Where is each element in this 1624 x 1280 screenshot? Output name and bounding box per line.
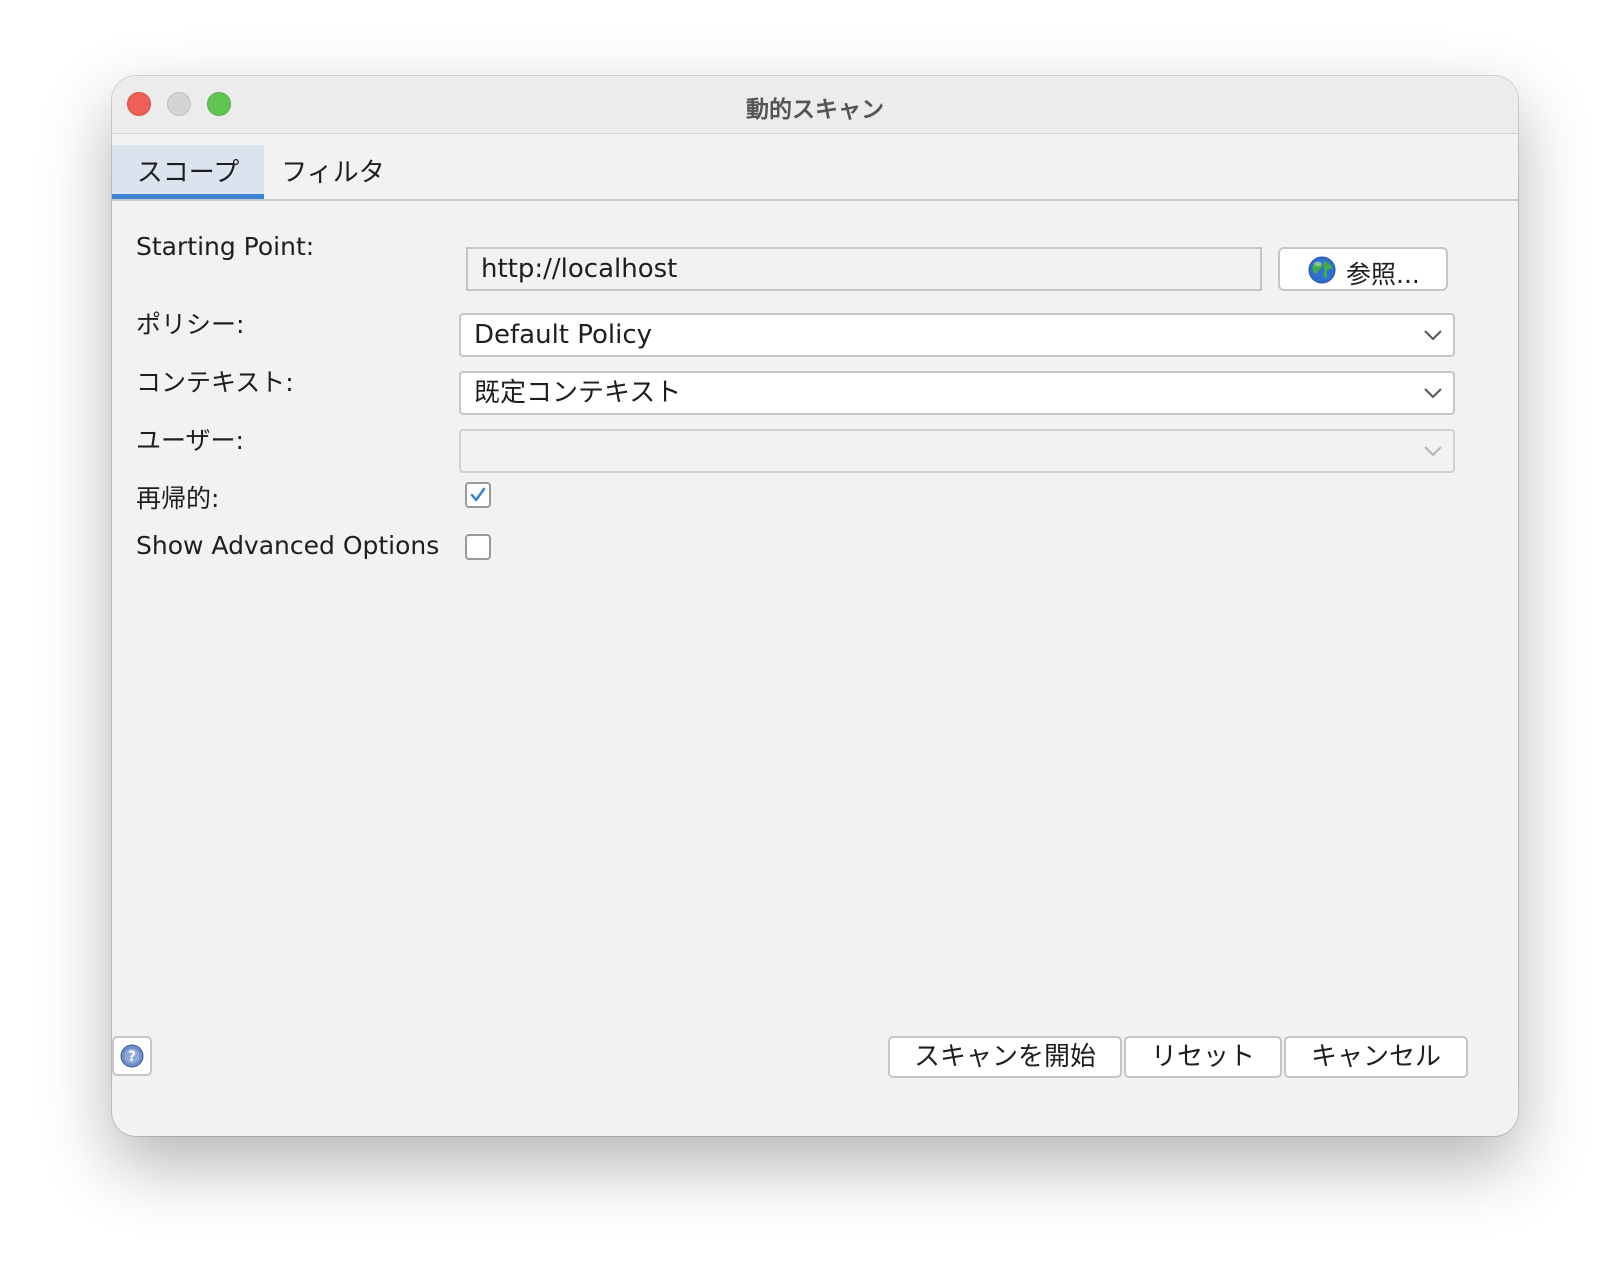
globe-icon [1308, 256, 1336, 284]
policy-label: ポリシー: [136, 310, 245, 339]
advanced-options-checkbox[interactable] [465, 534, 491, 560]
context-label: コンテキスト: [136, 368, 294, 397]
start-scan-button[interactable]: スキャンを開始 [888, 1036, 1122, 1078]
policy-select[interactable]: Default Policy [459, 313, 1455, 357]
context-select[interactable]: 既定コンテキスト [459, 371, 1455, 415]
policy-selected-value: Default Policy [474, 320, 653, 350]
browse-button-label: 参照... [1346, 260, 1420, 289]
chevron-down-icon [1424, 446, 1442, 457]
tab-filter[interactable]: フィルタ [278, 145, 388, 199]
tab-bar: スコープ フィルタ [112, 133, 1518, 201]
window-title: 動的スキャン [746, 97, 884, 123]
browse-button[interactable]: 参照... [1278, 247, 1448, 291]
dynamic-scan-dialog: 動的スキャン スコープ フィルタ Starting Point: http://… [112, 76, 1518, 1136]
recursive-label: 再帰的: [136, 484, 220, 513]
chevron-down-icon [1424, 388, 1442, 399]
advanced-options-label: Show Advanced Options [136, 531, 440, 560]
chevron-down-icon [1424, 330, 1442, 341]
starting-point-label: Starting Point: [136, 232, 315, 261]
recursive-checkbox[interactable] [465, 482, 491, 508]
help-button[interactable]: ? [112, 1036, 152, 1076]
starting-point-input[interactable]: http://localhost [466, 247, 1262, 291]
title-bar: 動的スキャン [112, 76, 1518, 134]
context-selected-value: 既定コンテキスト [474, 378, 682, 408]
tab-scope[interactable]: スコープ [112, 145, 264, 199]
reset-button[interactable]: リセット [1124, 1036, 1282, 1078]
user-label: ユーザー: [136, 426, 244, 455]
svg-text:?: ? [128, 1049, 136, 1065]
checkmark-icon [470, 487, 486, 502]
user-select[interactable] [459, 429, 1455, 473]
help-icon: ? [120, 1044, 144, 1068]
cancel-button[interactable]: キャンセル [1284, 1036, 1468, 1078]
